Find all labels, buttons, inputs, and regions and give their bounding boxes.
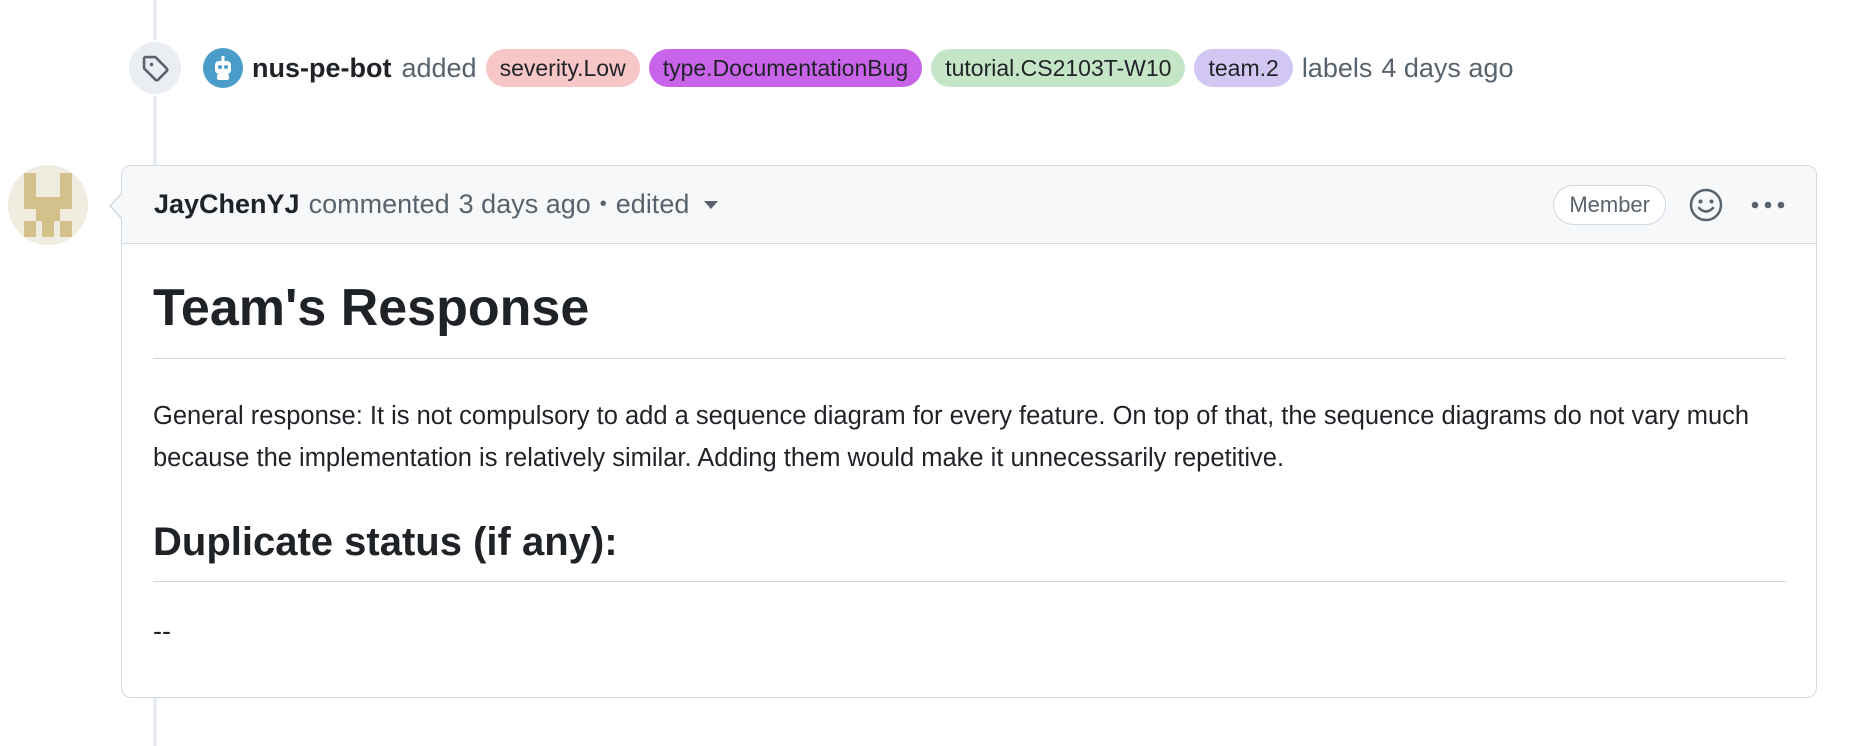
comment-header: JayChenYJ commented 3 days ago • edited …: [122, 166, 1816, 244]
comment-author[interactable]: JayChenYJ: [154, 189, 300, 220]
chevron-down-icon[interactable]: [703, 200, 719, 210]
edited-label[interactable]: edited: [616, 189, 690, 220]
robot-icon: [215, 56, 231, 80]
duplicate-heading: Duplicate status (if any):: [153, 517, 1786, 582]
more-options-icon[interactable]: [1750, 200, 1786, 210]
avatar[interactable]: [8, 165, 88, 245]
response-text: General response: It is not compulsory t…: [153, 402, 1750, 472]
event-actor[interactable]: nus-pe-bot: [252, 53, 391, 84]
label-type[interactable]: type.DocumentationBug: [648, 49, 923, 87]
label-team[interactable]: team.2: [1194, 49, 1293, 87]
add-reaction-icon[interactable]: [1688, 187, 1724, 223]
role-badge: Member: [1553, 185, 1666, 225]
tag-icon: [127, 40, 183, 96]
comment-body: Team's Response General response: It is …: [122, 278, 1816, 647]
comment: JayChenYJ commented 3 days ago • edited …: [109, 165, 1817, 698]
comment-verb: commented: [308, 189, 450, 219]
comment-time[interactable]: 3 days ago: [459, 189, 591, 220]
label-event: nus-pe-bot added severity.Low type.Docum…: [127, 40, 1522, 96]
event-action: added: [401, 52, 477, 83]
event-suffix: labels: [1301, 52, 1373, 83]
label-severity[interactable]: severity.Low: [485, 49, 640, 87]
separator-dot: •: [599, 193, 607, 215]
duplicate-value: --: [153, 616, 171, 646]
event-time[interactable]: 4 days ago: [1381, 53, 1513, 84]
label-tutorial[interactable]: tutorial.CS2103T-W10: [931, 49, 1186, 87]
comment-actions: Member: [1553, 166, 1786, 244]
bot-avatar[interactable]: [203, 48, 243, 88]
response-heading: Team's Response: [153, 278, 1786, 359]
